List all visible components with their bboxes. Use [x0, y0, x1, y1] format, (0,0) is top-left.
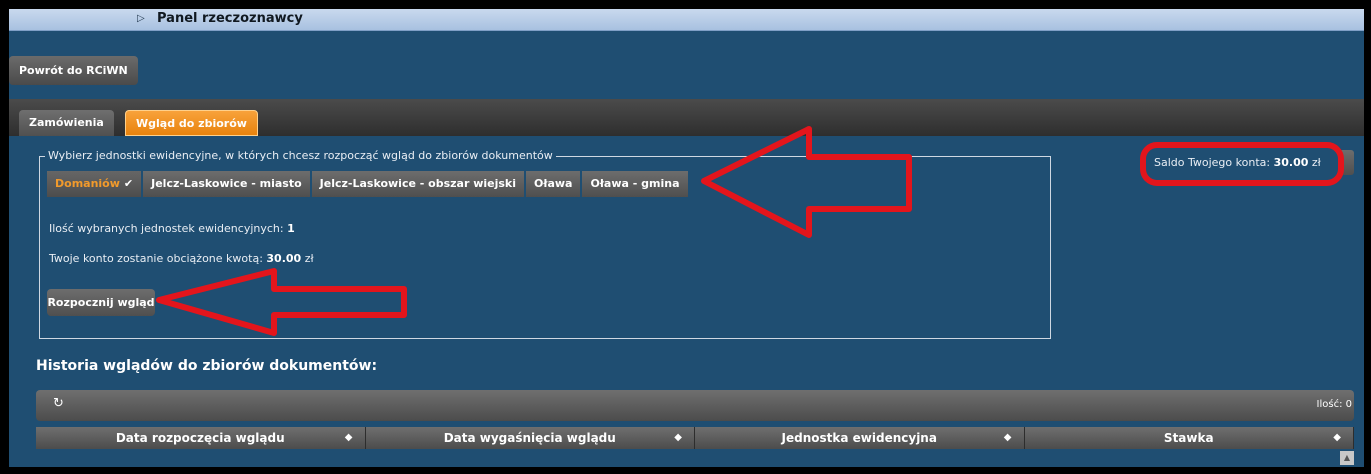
back-to-rciwn-button[interactable]: Powrót do RCiWN: [9, 56, 138, 85]
scroll-up-icon[interactable]: ▲: [1340, 451, 1354, 465]
balance-label: Saldo Twojego konta:: [1154, 156, 1271, 169]
unit-label: Domaniów: [55, 177, 120, 190]
history-count: Ilość: 0: [1316, 399, 1352, 410]
refresh-icon[interactable]: ↻: [53, 396, 64, 411]
tab-collections-view[interactable]: Wgląd do zbiorów: [125, 110, 258, 136]
column-label: Data wygaśnięcia wglądu: [443, 431, 616, 445]
tab-strip: Zamówienia Wgląd do zbiorów: [9, 99, 1364, 136]
sort-icon[interactable]: ◆: [1004, 427, 1012, 449]
charge-value: 30.00: [266, 252, 302, 265]
column-label: Jednostka ewidencyjna: [781, 431, 937, 445]
unit-buttons: Domaniów ✔ Jelcz-Laskowice - miasto Jelcz…: [47, 171, 690, 197]
tab-orders[interactable]: Zamówienia: [19, 110, 114, 136]
panel-title: Panel rzeczoznawcy: [157, 11, 303, 26]
column-start-date[interactable]: Data rozpoczęcia wglądu ◆: [36, 427, 366, 449]
unit-jelcz-obszar-wiejski[interactable]: Jelcz-Laskowice - obszar wiejski: [311, 171, 527, 197]
balance-menu-button[interactable]: [1339, 150, 1354, 175]
unit-olawa-gmina[interactable]: Oława - gmina: [582, 171, 690, 197]
balance-value: 30.00: [1273, 156, 1309, 169]
charge-info: Twoje konto zostanie obciążone kwotą: 30…: [49, 252, 314, 265]
balance-currency: zł: [1311, 156, 1321, 169]
column-unit[interactable]: Jednostka ewidencyjna ◆: [695, 427, 1025, 449]
unit-domaniow[interactable]: Domaniów ✔: [47, 171, 144, 197]
column-rate[interactable]: Stawka ◆: [1025, 427, 1354, 449]
triangle-right-icon[interactable]: ▷: [137, 13, 145, 24]
checkmark-icon: ✔: [123, 177, 134, 190]
history-table-body: ▲: [36, 449, 1354, 467]
app-frame: ▷ Panel rzeczoznawcy Powrót do RCiWN Zam…: [9, 9, 1364, 467]
selected-count-label: Ilość wybranych jednostek ewidencyjnych:: [49, 222, 284, 235]
selected-count-value: 1: [287, 222, 295, 235]
column-label: Data rozpoczęcia wglądu: [115, 431, 285, 445]
history-toolbar: ↻ Ilość: 0: [36, 390, 1354, 421]
history-title: Historia wglądów do zbiorów dokumentów:: [36, 358, 378, 374]
start-view-button[interactable]: Rozpocznij wgląd: [47, 289, 155, 316]
selected-count-info: Ilość wybranych jednostek ewidencyjnych:…: [49, 222, 295, 235]
charge-label: Twoje konto zostanie obciążone kwotą:: [49, 252, 263, 265]
unit-selection-legend: Wybierz jednostki ewidencyjne, w których…: [45, 149, 556, 162]
sort-icon[interactable]: ◆: [674, 427, 682, 449]
history-table-header: Data rozpoczęcia wglądu ◆ Data wygaśnięci…: [36, 427, 1354, 449]
sort-icon[interactable]: ◆: [345, 427, 353, 449]
unit-olawa[interactable]: Oława: [526, 171, 583, 197]
charge-currency: zł: [304, 252, 314, 265]
column-expiry-date[interactable]: Data wygaśnięcia wglądu ◆: [366, 427, 695, 449]
column-label: Stawka: [1163, 431, 1214, 445]
sort-icon[interactable]: ◆: [1333, 427, 1341, 449]
account-balance: Saldo Twojego konta: 30.00 zł: [1154, 156, 1321, 169]
unit-jelcz-miasto[interactable]: Jelcz-Laskowice - miasto: [143, 171, 312, 197]
panel-header[interactable]: ▷ Panel rzeczoznawcy: [9, 9, 1364, 31]
